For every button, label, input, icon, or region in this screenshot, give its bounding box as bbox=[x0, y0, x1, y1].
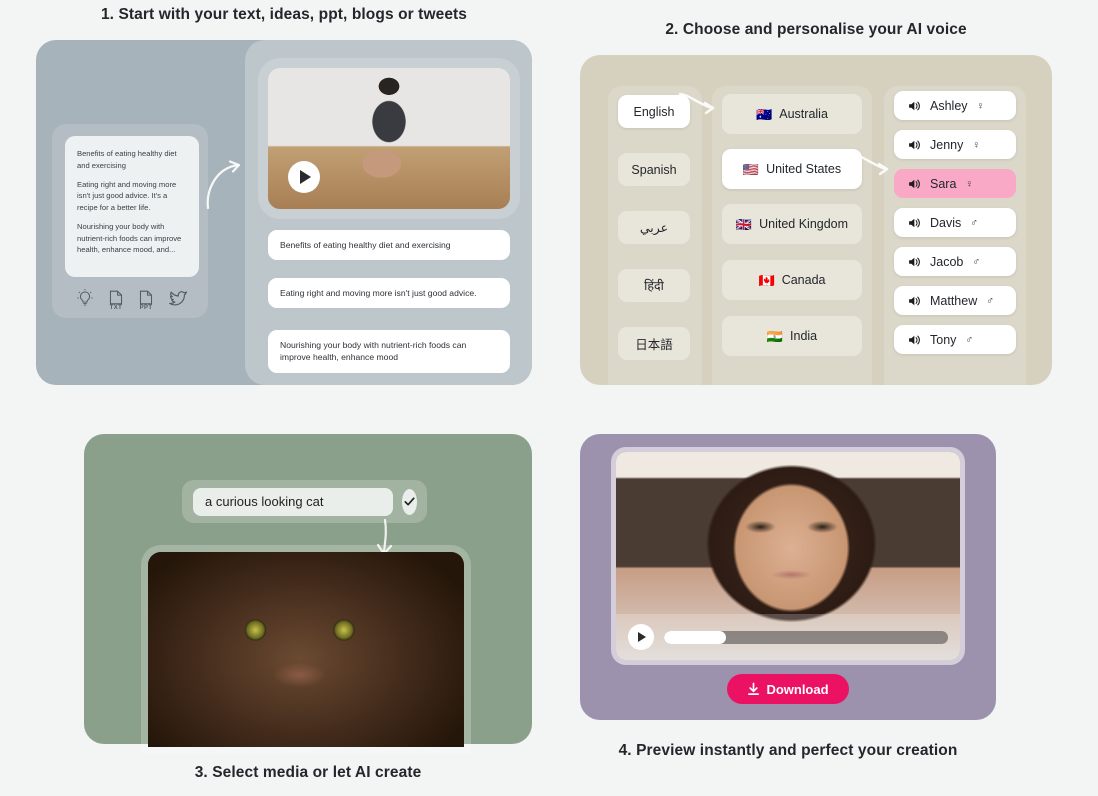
country-option-united-kingdom[interactable]: 🇬🇧 United Kingdom bbox=[722, 204, 862, 244]
speaker-icon bbox=[909, 218, 920, 227]
download-icon bbox=[748, 682, 760, 695]
speaker-icon bbox=[909, 257, 920, 266]
voice-label: Ashley bbox=[930, 98, 968, 113]
country-option-united-states[interactable]: 🇺🇸 United States bbox=[722, 149, 862, 189]
ppt-file-icon[interactable]: PPT bbox=[138, 290, 154, 311]
speaker-icon bbox=[909, 335, 920, 344]
step-2-panel: English Spanish عربي हिंदी 日本語 🇦🇺 Austra… bbox=[580, 55, 1052, 385]
country-label: India bbox=[790, 329, 818, 343]
step-1-caption: 1. Start with your text, ideas, ppt, blo… bbox=[100, 6, 468, 23]
language-label: عربي bbox=[639, 221, 669, 235]
caption-text: Nourishing your body with nutrient-rich … bbox=[280, 340, 467, 363]
idea-lightbulb-icon[interactable] bbox=[76, 288, 94, 313]
voice-option-sara[interactable]: Sara ♀ bbox=[894, 169, 1016, 198]
play-triangle-icon bbox=[300, 170, 311, 184]
voice-option-jacob[interactable]: Jacob ♂ bbox=[894, 247, 1016, 276]
voice-gender-icon: ♂ bbox=[986, 294, 995, 307]
flag-icon-canada: 🇨🇦 bbox=[758, 272, 775, 288]
voice-option-davis[interactable]: Davis ♂ bbox=[894, 208, 1016, 237]
generated-video-frame: Benefits of eating healthy diet and exer… bbox=[245, 40, 532, 385]
language-label: Spanish bbox=[631, 162, 677, 177]
ppt-file-label: PPT bbox=[139, 305, 153, 311]
country-option-india[interactable]: 🇮🇳 India bbox=[722, 316, 862, 356]
generated-cat-image[interactable] bbox=[148, 552, 464, 747]
speaker-icon bbox=[909, 296, 920, 305]
preview-video-player[interactable] bbox=[616, 452, 960, 660]
media-prompt-bar bbox=[182, 480, 427, 523]
play-triangle-icon bbox=[638, 632, 646, 642]
play-button[interactable] bbox=[288, 161, 320, 193]
country-label: Australia bbox=[779, 107, 828, 121]
flag-icon-australia: 🇦🇺 bbox=[756, 106, 773, 122]
voice-option-jenny[interactable]: Jenny ♀ bbox=[894, 130, 1016, 159]
voice-label: Tony bbox=[930, 332, 957, 347]
twitter-bird-icon[interactable] bbox=[168, 289, 188, 313]
country-label: Canada bbox=[781, 273, 826, 287]
voice-option-tony[interactable]: Tony ♂ bbox=[894, 325, 1016, 354]
step-4-caption: 4. Preview instantly and perfect your cr… bbox=[618, 742, 958, 759]
voice-option-matthew[interactable]: Matthew ♂ bbox=[894, 286, 1016, 315]
country-column: 🇦🇺 Australia 🇺🇸 United States 🇬🇧 United … bbox=[712, 86, 872, 385]
video-controls bbox=[616, 614, 960, 660]
country-to-voice-arrow-icon bbox=[852, 153, 889, 176]
voice-column: Ashley ♀ Jenny ♀ Sara ♀ Davis ♂ Jacob ♂ … bbox=[884, 86, 1026, 385]
caption-card[interactable]: Nourishing your body with nutrient-rich … bbox=[268, 330, 510, 373]
flag-icon-india: 🇮🇳 bbox=[766, 328, 784, 344]
flag-icon-united-kingdom: 🇬🇧 bbox=[735, 216, 753, 232]
download-label: Download bbox=[766, 681, 829, 697]
media-prompt-input[interactable] bbox=[193, 487, 393, 516]
source-paragraph: Nourishing your body with nutrient-rich … bbox=[77, 221, 182, 255]
play-button[interactable] bbox=[628, 624, 654, 650]
step-1-panel: Benefits of eating healthy diet and exer… bbox=[36, 40, 532, 385]
source-paragraph: Eating right and moving more isn't just … bbox=[77, 179, 177, 213]
voice-label: Matthew bbox=[930, 293, 978, 308]
language-label: English bbox=[633, 104, 675, 119]
voice-label: Jenny bbox=[930, 137, 964, 152]
txt-file-label: TXT bbox=[109, 305, 123, 311]
language-option-hindi[interactable]: हिंदी bbox=[618, 269, 690, 302]
yoga-video-thumbnail[interactable] bbox=[268, 68, 510, 209]
country-option-australia[interactable]: 🇦🇺 Australia bbox=[722, 94, 862, 134]
voice-gender-icon: ♀ bbox=[976, 99, 985, 112]
voice-gender-icon: ♂ bbox=[972, 255, 981, 268]
speaker-icon bbox=[909, 179, 920, 188]
caption-card[interactable]: Eating right and moving more isn't just … bbox=[268, 278, 510, 309]
country-option-canada[interactable]: 🇨🇦 Canada bbox=[722, 260, 862, 300]
speaker-icon bbox=[909, 101, 920, 110]
voice-label: Sara bbox=[930, 176, 957, 191]
voice-gender-icon: ♂ bbox=[965, 333, 974, 346]
language-label: हिंदी bbox=[644, 279, 664, 293]
caption-card[interactable]: Benefits of eating healthy diet and exer… bbox=[268, 230, 510, 261]
step-2-caption: 2. Choose and personalise your AI voice bbox=[665, 21, 967, 38]
input-source-icons: TXT PPT bbox=[76, 288, 188, 313]
voice-gender-icon: ♀ bbox=[972, 138, 981, 151]
voice-gender-icon: ♂ bbox=[970, 216, 979, 229]
language-option-japanese[interactable]: 日本語 bbox=[618, 327, 690, 360]
source-text-card: Benefits of eating healthy diet and exer… bbox=[65, 136, 199, 277]
voice-gender-icon: ♀ bbox=[965, 177, 974, 190]
source-paragraph: Benefits of eating healthy diet and exer… bbox=[77, 149, 177, 170]
country-label: United Kingdom bbox=[759, 217, 849, 231]
flag-icon-united-states: 🇺🇸 bbox=[742, 161, 760, 177]
caption-text: Benefits of eating healthy diet and exer… bbox=[280, 240, 451, 250]
language-label: 日本語 bbox=[635, 338, 673, 352]
voice-option-ashley[interactable]: Ashley ♀ bbox=[894, 91, 1016, 120]
download-button[interactable]: Download bbox=[727, 674, 849, 704]
language-option-arabic[interactable]: عربي bbox=[618, 211, 690, 244]
confirm-prompt-button[interactable] bbox=[402, 488, 417, 515]
video-progress-fill bbox=[664, 630, 727, 644]
step-3-caption: 3. Select media or let AI create bbox=[194, 764, 422, 781]
caption-text: Eating right and moving more isn't just … bbox=[280, 288, 477, 298]
txt-file-icon[interactable]: TXT bbox=[108, 290, 124, 311]
voice-label: Jacob bbox=[930, 254, 964, 269]
speaker-icon bbox=[909, 140, 920, 149]
flow-arrow-icon bbox=[206, 160, 241, 210]
voice-label: Davis bbox=[930, 215, 962, 230]
video-progress-track[interactable] bbox=[664, 630, 948, 644]
language-option-spanish[interactable]: Spanish bbox=[618, 153, 690, 186]
cat-image bbox=[148, 552, 464, 747]
country-label: United States bbox=[766, 162, 842, 176]
check-icon bbox=[404, 497, 415, 506]
language-to-country-arrow-icon bbox=[678, 92, 715, 115]
